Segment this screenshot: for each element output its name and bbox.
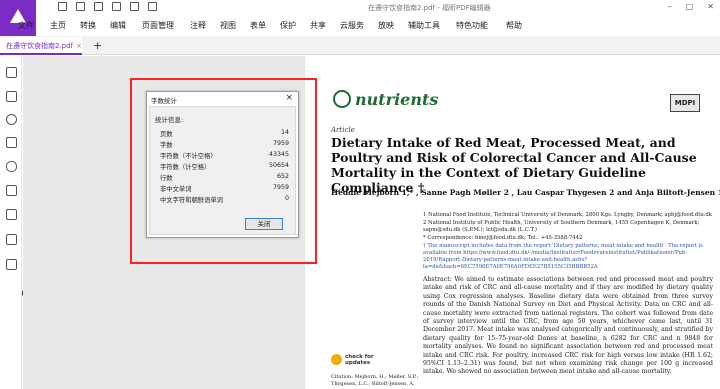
document-tab-label: 在遵守饮食指南2.pdf (6, 42, 74, 50)
stat-value: 7959 (272, 140, 289, 147)
menu-tools[interactable]: 辅助工具 (408, 20, 440, 31)
quick-access-toolbar (58, 2, 157, 11)
stat-value: 14 (280, 129, 289, 136)
stat-key: 字数 (160, 142, 173, 149)
abstract: Abstract: We aimed to estimate associati… (423, 276, 713, 376)
minimize-icon[interactable]: – (668, 2, 672, 11)
customize-icon[interactable] (148, 2, 157, 11)
stat-key: 页数 (160, 131, 173, 138)
stat-row-non-chinese-words: 非中文单词 7959 (160, 184, 289, 194)
window-title: 在遵守饮食指南2.pdf - 福昕PDF编辑器 (368, 4, 491, 12)
pdf-page: nutrients MDPI Article Dietary Intake of… (305, 56, 720, 389)
stat-key: 字符数（计空格） (160, 164, 211, 171)
stat-key: 字符数（不计空格） (160, 153, 217, 160)
undo-icon[interactable] (112, 2, 121, 11)
menu-convert[interactable]: 转换 (80, 20, 96, 31)
menu-present[interactable]: 放映 (378, 20, 394, 31)
security-icon[interactable] (6, 185, 17, 196)
stat-key: 中文字符和朝鲜语单词 (160, 197, 223, 204)
menu-annotate[interactable]: 注释 (190, 20, 206, 31)
citation: Citation: Mejborn, H.; Møller, S.P.; Thy… (331, 374, 419, 387)
stat-key: 非中文单词 (160, 186, 192, 193)
stat-row-cjk-words: 中文字符和朝鲜语单词 0 (160, 195, 289, 205)
dialog-title: 字数统计 (151, 97, 177, 105)
save-icon[interactable] (76, 2, 85, 11)
attachment-icon[interactable] (6, 161, 17, 172)
menu-features[interactable]: 特色功能 (456, 20, 488, 31)
stat-value: 50654 (268, 162, 289, 169)
stat-row-lines: 行数 652 (160, 173, 289, 183)
affiliations: 1 National Food Institute, Technical Uni… (423, 212, 718, 272)
article-type: Article (331, 126, 355, 134)
dialog-header: 字数统计 × (147, 92, 298, 106)
stat-value: 0 (284, 195, 289, 202)
signature-icon[interactable] (6, 209, 17, 220)
menu-share[interactable]: 共享 (310, 20, 326, 31)
menu-cloud[interactable]: 云服务 (340, 20, 364, 31)
stats-label: 统计信息: (155, 116, 184, 124)
check-for-updates-badge[interactable]: check for updates (331, 354, 374, 366)
article-authors: Heddie Mejborn 1,* , Sanne Pagh Møller 2… (331, 188, 720, 197)
dialog-body: 统计信息: 页数 14 字数 7959 字符数（不计空格） 43345 字符数（… (149, 106, 296, 235)
comment-icon[interactable] (6, 114, 17, 125)
stat-key: 行数 (160, 175, 173, 182)
menu-view[interactable]: 视图 (220, 20, 236, 31)
window-controls: – □ ✕ (668, 2, 714, 11)
bookmark-icon[interactable] (6, 67, 17, 78)
form-icon[interactable] (6, 234, 17, 245)
add-tab-icon[interactable]: + (93, 39, 102, 52)
maximize-icon[interactable]: □ (686, 2, 694, 11)
stat-value: 652 (276, 173, 289, 180)
menu-help[interactable]: 帮助 (506, 20, 522, 31)
menu-bar: 文件 主页 转换 编辑 页面管理 注释 视图 表单 保护 共享 云服务 放映 辅… (18, 14, 720, 36)
close-window-icon[interactable]: ✕ (707, 2, 714, 11)
tab-close-icon[interactable]: × (76, 42, 82, 50)
layer-icon[interactable] (6, 137, 17, 148)
print-icon[interactable] (94, 2, 103, 11)
stat-value: 43345 (268, 151, 289, 158)
menu-page-management[interactable]: 页面管理 (142, 20, 174, 31)
compare-icon[interactable] (6, 259, 17, 270)
menu-protect[interactable]: 保护 (280, 20, 296, 31)
dialog-close-icon[interactable]: × (285, 93, 293, 103)
check-updates-icon (331, 354, 342, 365)
menu-home[interactable]: 主页 (50, 20, 66, 31)
article-title: Dietary Intake of Red Meat, Processed Me… (331, 135, 697, 195)
document-tab-bar: 在遵守饮食指南2.pdf × + (0, 36, 720, 55)
stat-value: 7959 (272, 184, 289, 191)
menu-file[interactable]: 文件 (18, 20, 34, 31)
stat-row-pages: 页数 14 (160, 129, 289, 139)
affiliation-line: 1 National Food Institute, Technical Uni… (423, 212, 713, 218)
page-thumbnail-icon[interactable] (6, 91, 17, 102)
word-count-dialog: 字数统计 × 统计信息: 页数 14 字数 7959 字符数（不计空格） 433… (146, 91, 299, 238)
journal-name: nutrients (355, 90, 439, 109)
affiliation-line: * Correspondence: hmej@food.dtu.dk; Tel.… (423, 235, 583, 241)
menu-form[interactable]: 表单 (250, 20, 266, 31)
publisher-logo: MDPI (670, 94, 700, 112)
title-bar: 在遵守饮食指南2.pdf - 福昕PDF编辑器 – □ ✕ (0, 0, 720, 14)
journal-logo-icon (333, 90, 351, 108)
stat-row-chars-with-spaces: 字符数（计空格） 50654 (160, 162, 289, 172)
stat-row-chars-no-spaces: 字符数（不计空格） 43345 (160, 151, 289, 161)
left-sidebar (0, 56, 22, 389)
affiliation-line[interactable]: † The manuscript includes data from the … (423, 243, 718, 271)
open-icon[interactable] (58, 2, 67, 11)
stat-row-words: 字数 7959 (160, 140, 289, 150)
document-tab[interactable]: 在遵守饮食指南2.pdf × (0, 37, 82, 55)
affiliation-line: 2 National Institute of Public Health, U… (423, 220, 700, 233)
close-dialog-button[interactable]: 关闭 (245, 218, 283, 230)
menu-edit[interactable]: 编辑 (110, 20, 126, 31)
redo-icon[interactable] (130, 2, 139, 11)
check-updates-line2: updates (345, 360, 371, 366)
